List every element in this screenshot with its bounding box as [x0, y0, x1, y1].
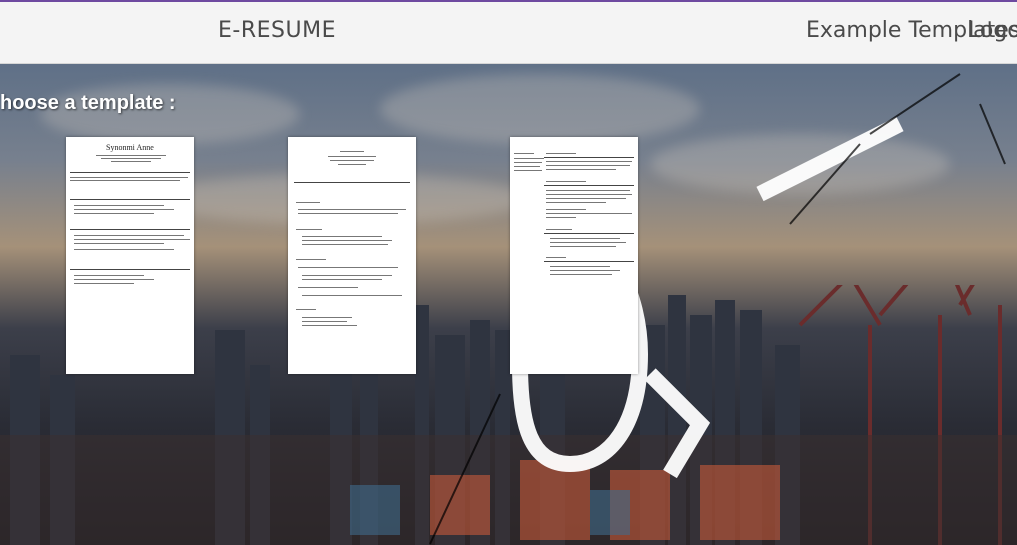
page-heading: hoose a template : [0, 92, 176, 114]
nav-logout[interactable]: Logou [968, 18, 1017, 43]
template-name: Synonmi Anne [106, 143, 154, 152]
resume-template-2[interactable] [288, 137, 416, 374]
resume-template-3[interactable] [510, 137, 638, 374]
brand-logo[interactable]: E-RESUME [218, 18, 336, 43]
navbar: E-RESUME Example Templates Logou [0, 2, 1017, 64]
resume-template-1[interactable]: Synonmi Anne [66, 137, 194, 374]
